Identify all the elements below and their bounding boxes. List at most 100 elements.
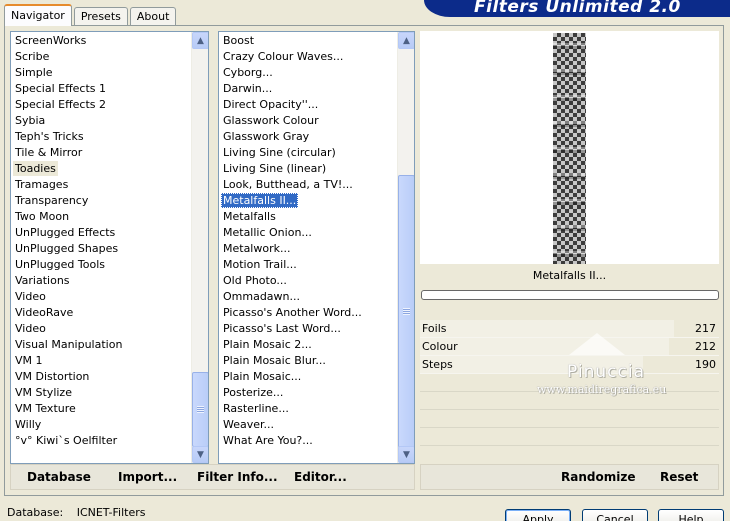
filter-item[interactable]: Metalwork... xyxy=(219,241,396,257)
filter-item[interactable]: What Are You?... xyxy=(219,433,396,449)
category-item[interactable]: ScreenWorks xyxy=(11,33,190,49)
category-item[interactable]: Teph's Tricks xyxy=(11,129,190,145)
list-item-label: Weaver... xyxy=(223,418,275,431)
watermark-name: Pinuccia xyxy=(567,362,645,382)
filter-item[interactable]: Plain Mosaic... xyxy=(219,369,396,385)
category-item[interactable]: UnPlugged Effects xyxy=(11,225,190,241)
slider-fill xyxy=(420,320,675,337)
apply-button[interactable]: Apply xyxy=(505,509,571,521)
category-item[interactable]: Willy xyxy=(11,417,190,433)
database-button[interactable]: Database xyxy=(27,469,91,485)
filter-item[interactable]: Look, Butthead, a TV!... xyxy=(219,177,396,193)
slider-value: 217 xyxy=(695,322,716,335)
filter-item[interactable]: Glasswork Colour xyxy=(219,113,396,129)
list-item-label: Posterize... xyxy=(223,386,284,399)
category-item[interactable]: VM 1 xyxy=(11,353,190,369)
filter-info-button[interactable]: Filter Info... xyxy=(197,469,278,485)
category-item[interactable]: VM Stylize xyxy=(11,385,190,401)
category-item[interactable]: Scribe xyxy=(11,49,190,65)
help-button[interactable]: Help xyxy=(658,509,724,521)
list-item-label: UnPlugged Shapes xyxy=(15,242,119,255)
tab-about[interactable]: About xyxy=(129,7,177,26)
filter-item[interactable]: Plain Mosaic Blur... xyxy=(219,353,396,369)
category-item[interactable]: Toadies xyxy=(11,161,190,177)
filter-item[interactable]: Rasterline... xyxy=(219,401,396,417)
category-item[interactable]: Visual Manipulation xyxy=(11,337,190,353)
filter-item[interactable]: Boost xyxy=(219,33,396,49)
slider-label: Foils xyxy=(422,322,447,335)
category-item[interactable]: VM Distortion xyxy=(11,369,190,385)
filter-item[interactable]: Living Sine (linear) xyxy=(219,161,396,177)
category-item[interactable]: VideoRave xyxy=(11,305,190,321)
category-item[interactable]: Video xyxy=(11,321,190,337)
filter-item[interactable]: Glasswork Gray xyxy=(219,129,396,145)
cancel-button[interactable]: Cancel xyxy=(582,509,648,521)
category-item[interactable]: Tile & Mirror xyxy=(11,145,190,161)
slider-empty xyxy=(420,410,719,428)
tab-presets[interactable]: Presets xyxy=(73,7,128,26)
filter-item[interactable]: Picasso's Last Word... xyxy=(219,321,396,337)
slider-value: 190 xyxy=(695,358,716,371)
filter-item[interactable]: Ommadawn... xyxy=(219,289,396,305)
chevron-up-icon[interactable]: ▲ xyxy=(192,32,208,49)
import-button[interactable]: Import... xyxy=(118,469,177,485)
category-item[interactable]: Transparency xyxy=(11,193,190,209)
list-item-label: Plain Mosaic Blur... xyxy=(223,354,326,367)
list-item-label: Rasterline... xyxy=(223,402,289,415)
category-item[interactable]: °v° Kiwi`s Oelfilter xyxy=(11,433,190,449)
filter-item[interactable]: Motion Trail... xyxy=(219,257,396,273)
list-item-label: Metalfalls II... xyxy=(221,193,299,208)
filter-item[interactable]: Weaver... xyxy=(219,417,396,433)
list-item-label: UnPlugged Tools xyxy=(15,258,105,271)
category-scroll-thumb[interactable] xyxy=(192,372,208,447)
filter-item[interactable]: Metalfalls II... xyxy=(219,193,396,209)
filter-item[interactable]: Old Photo... xyxy=(219,273,396,289)
category-item[interactable]: Two Moon xyxy=(11,209,190,225)
filter-item[interactable]: Living Sine (circular) xyxy=(219,145,396,161)
category-item[interactable]: Sybia xyxy=(11,113,190,129)
category-list[interactable]: ScreenWorks Scribe Simple Special Effects 1… xyxy=(10,31,209,464)
list-item-label: Direct Opacity''... xyxy=(223,98,319,111)
category-item[interactable]: UnPlugged Shapes xyxy=(11,241,190,257)
list-item-label: Boost xyxy=(223,34,255,47)
filter-item[interactable]: Cyborg... xyxy=(219,65,396,81)
reset-button[interactable]: Reset xyxy=(660,469,698,485)
list-item-label: Picasso's Another Word... xyxy=(223,306,362,319)
list-item-label: ScreenWorks xyxy=(15,34,87,47)
category-item[interactable]: Variations xyxy=(11,273,190,289)
list-item-label: Metalwork... xyxy=(223,242,291,255)
tab-navigator[interactable]: Navigator xyxy=(4,4,72,26)
slider-value: 212 xyxy=(695,340,716,353)
filter-item[interactable]: Posterize... xyxy=(219,385,396,401)
category-item[interactable]: UnPlugged Tools xyxy=(11,257,190,273)
filter-item[interactable]: Metalfalls xyxy=(219,209,396,225)
filter-list[interactable]: Boost Crazy Colour Waves... Cyborg... Darwi… xyxy=(218,31,415,464)
status-bar: Database: ICNET-Filters xyxy=(7,506,155,520)
category-item[interactable]: VM Texture xyxy=(11,401,190,417)
filter-item[interactable]: Picasso's Another Word... xyxy=(219,305,396,321)
app-title-banner: Filters Unlimited 2.0 xyxy=(424,0,730,17)
filter-item[interactable]: Crazy Colour Waves... xyxy=(219,49,396,65)
chevron-down-icon[interactable]: ▼ xyxy=(192,446,208,463)
filter-item[interactable]: Plain Mosaic 2... xyxy=(219,337,396,353)
list-item-label: Plain Mosaic... xyxy=(223,370,302,383)
category-item[interactable]: Video xyxy=(11,289,190,305)
filter-scroll-thumb[interactable] xyxy=(398,175,414,448)
editor-button[interactable]: Editor... xyxy=(294,469,347,485)
status-label: Database: xyxy=(7,506,64,519)
list-item-label: Metallic Onion... xyxy=(223,226,312,239)
list-item-label: Toadies xyxy=(13,161,58,176)
filter-scrollbar[interactable]: ▲ ▼ xyxy=(397,32,414,463)
chevron-down-icon[interactable]: ▼ xyxy=(398,446,414,463)
category-scrollbar[interactable]: ▲ ▼ xyxy=(191,32,208,463)
randomize-button[interactable]: Randomize xyxy=(561,469,635,485)
category-item[interactable]: Simple xyxy=(11,65,190,81)
filter-item[interactable]: Darwin... xyxy=(219,81,396,97)
category-item[interactable]: Special Effects 2 xyxy=(11,97,190,113)
filter-item[interactable]: Direct Opacity''... xyxy=(219,97,396,113)
list-item-label: Video xyxy=(15,322,46,335)
filter-item[interactable]: Metallic Onion... xyxy=(219,225,396,241)
chevron-up-icon[interactable]: ▲ xyxy=(398,32,414,49)
category-item[interactable]: Tramages xyxy=(11,177,190,193)
category-item[interactable]: Special Effects 1 xyxy=(11,81,190,97)
